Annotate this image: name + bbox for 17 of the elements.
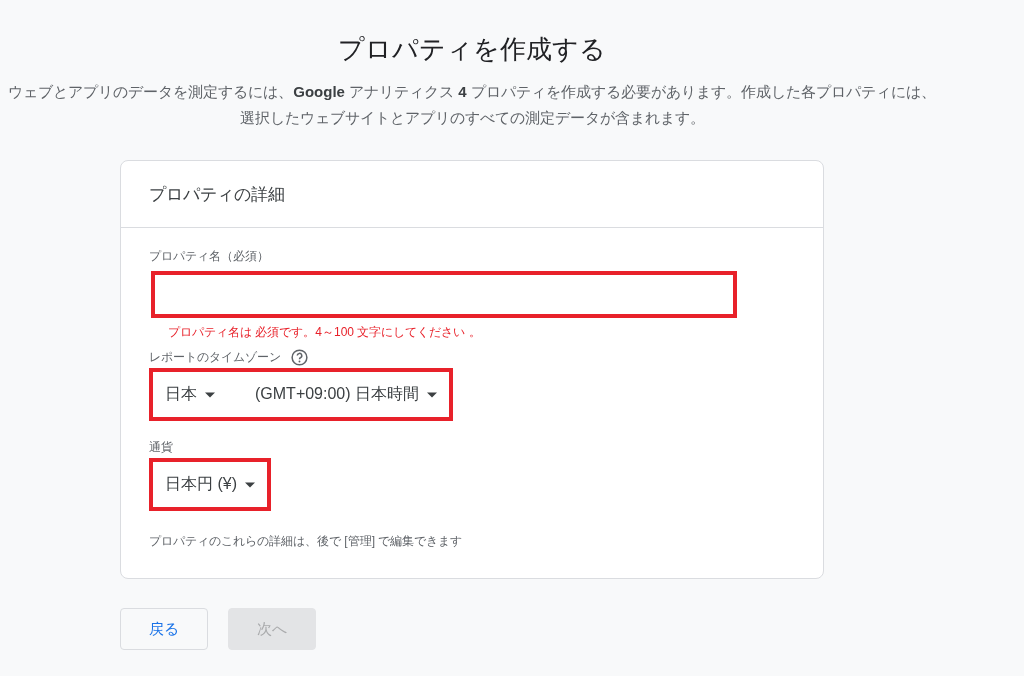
- note-text: プロパティのこれらの詳細は、後で [管理] で編集できます: [149, 533, 463, 550]
- card-heading: プロパティの詳細: [149, 183, 285, 206]
- dropdown[interactable]: 日本円 (¥): [163, 470, 257, 499]
- field-label: プロパティ名（必須）: [149, 248, 269, 265]
- dropdown[interactable]: (GMT+09:00) 日本時間: [253, 380, 440, 409]
- description-text: ウェブとアプリのデータを測定するには、Google アナリティクス 4 プロパティを作成する必要があります。作成した各プロパティには、選択したウェブサイトとアプリのすべての測定データが含まれます。: [7, 82, 937, 128]
- back-button[interactable]: 戻る: [120, 608, 208, 650]
- page-title: プロパティを作成する: [338, 33, 606, 66]
- error-message: プロパティ名は 必須です。4～100 文字にしてください 。: [168, 324, 481, 341]
- field-label: 通貨: [149, 439, 173, 456]
- caret-icon: [205, 391, 215, 398]
- caret-icon: [245, 481, 255, 488]
- help-icon[interactable]: [291, 349, 308, 366]
- dropdown[interactable]: 日本: [163, 380, 217, 409]
- field-label: レポートのタイムゾーン: [149, 349, 281, 366]
- caret-icon: [427, 391, 438, 398]
- input-field[interactable]: [151, 271, 737, 318]
